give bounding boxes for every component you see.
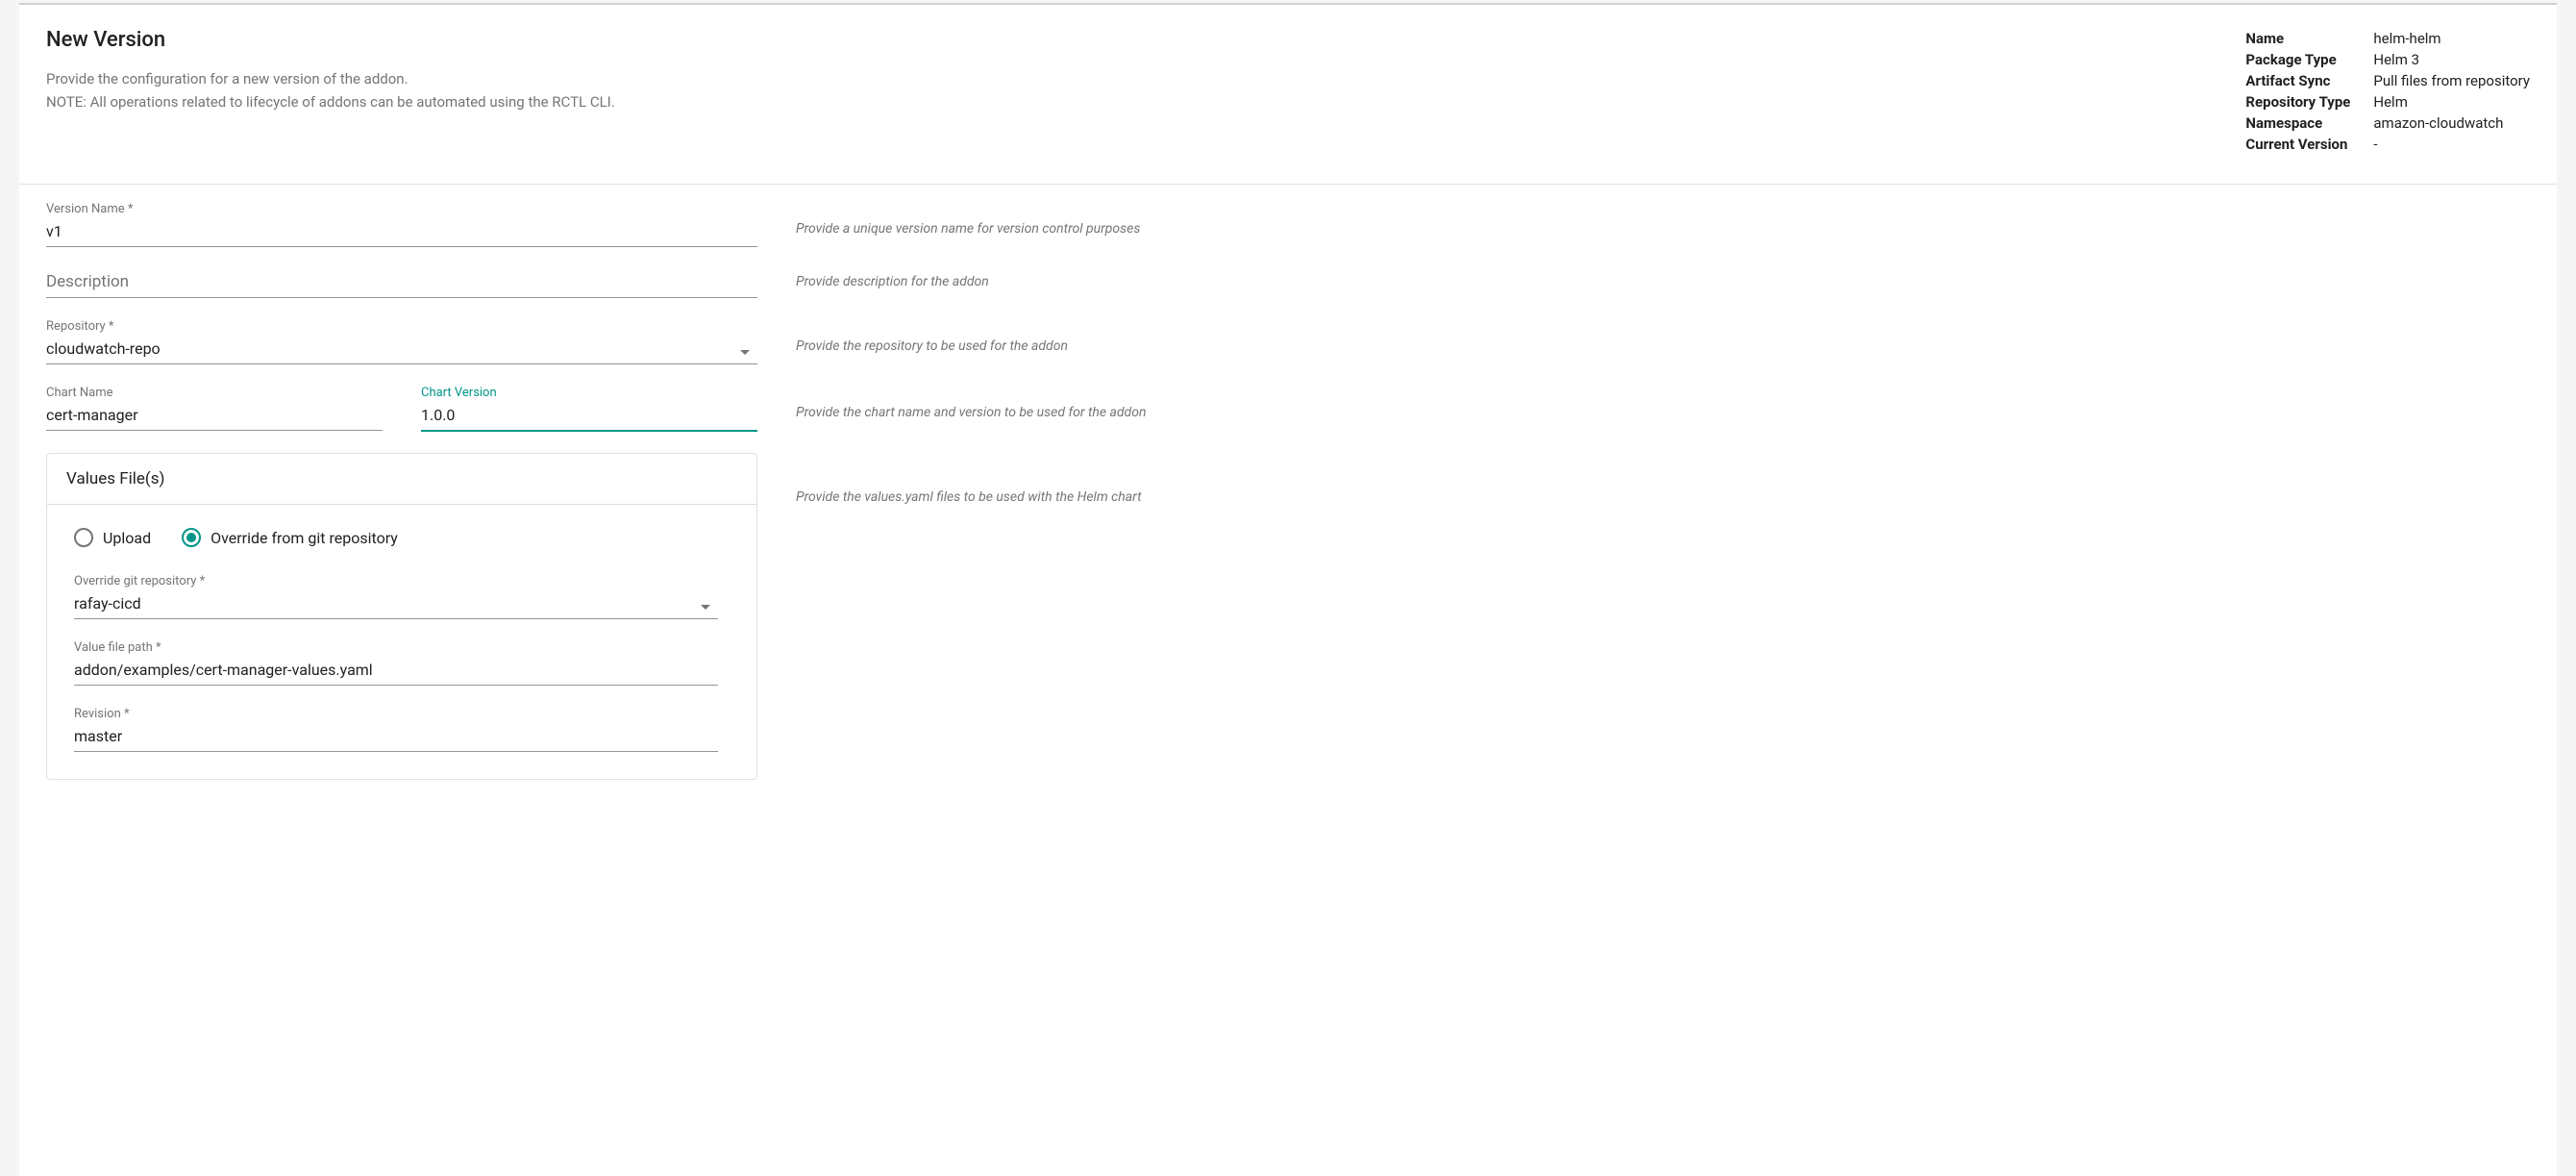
meta-namespace-label: Namespace (2245, 113, 2373, 134)
meta-current-version-row: Current Version - (2245, 134, 2530, 155)
override-repo-field: Override git repository * (74, 574, 718, 619)
version-name-row: Version Name * Provide a unique version … (46, 202, 2530, 247)
meta-artifact-sync-value: Pull files from repository (2373, 70, 2530, 91)
page-container: New Version Provide the configuration fo… (19, 3, 2557, 1176)
override-repo-value[interactable] (74, 590, 718, 619)
chart-version-input[interactable] (421, 402, 757, 432)
form-area: Version Name * Provide a unique version … (19, 185, 2557, 818)
meta-current-version-label: Current Version (2245, 134, 2373, 155)
chart-name-label: Chart Name (46, 386, 383, 400)
repository-value[interactable] (46, 336, 757, 364)
page-title: New Version (46, 28, 2245, 52)
subtitle-line2: NOTE: All operations related to lifecycl… (46, 90, 2245, 113)
chart-row: Chart Name Chart Version Provide the cha… (46, 386, 2530, 432)
version-name-hint: Provide a unique version name for versio… (796, 202, 2530, 237)
meta-package-type-row: Package Type Helm 3 (2245, 49, 2530, 70)
override-repo-label: Override git repository * (74, 574, 718, 588)
header-left: New Version Provide the configuration fo… (46, 28, 2245, 155)
meta-artifact-sync-label: Artifact Sync (2245, 70, 2373, 91)
chart-name-input[interactable] (46, 402, 383, 431)
meta-repository-type-label: Repository Type (2245, 91, 2373, 113)
values-mode-radio-group: Upload Override from git repository (74, 528, 730, 547)
chart-name-field: Chart Name (46, 386, 383, 432)
chart-hint: Provide the chart name and version to be… (796, 386, 2530, 420)
meta-package-type-label: Package Type (2245, 49, 2373, 70)
meta-repository-type-row: Repository Type Helm (2245, 91, 2530, 113)
radio-override-label: Override from git repository (211, 529, 398, 547)
radio-upload-icon (74, 528, 93, 547)
meta-name-row: Name helm-helm (2245, 28, 2530, 49)
meta-artifact-sync-row: Artifact Sync Pull files from repository (2245, 70, 2530, 91)
page-subtitle: Provide the configuration for a new vers… (46, 67, 2245, 113)
repository-row: Repository * Provide the repository to b… (46, 319, 2530, 364)
value-file-path-input[interactable] (74, 657, 718, 686)
version-name-label: Version Name * (46, 202, 757, 216)
description-hint: Provide description for the addon (796, 268, 2530, 289)
revision-label: Revision * (74, 707, 718, 721)
value-file-path-label: Value file path * (74, 640, 718, 655)
description-row: Provide description for the addon (46, 268, 2530, 298)
override-repo-select[interactable] (74, 590, 718, 619)
page-header: New Version Provide the configuration fo… (19, 5, 2557, 185)
revision-field: Revision * (74, 707, 718, 752)
value-file-path-field: Value file path * (74, 640, 718, 686)
values-files-hint: Provide the values.yaml files to be used… (796, 453, 2530, 505)
chart-version-label: Chart Version (421, 386, 757, 400)
repository-label: Repository * (46, 319, 757, 334)
meta-current-version-value: - (2373, 134, 2530, 155)
meta-namespace-row: Namespace amazon-cloudwatch (2245, 113, 2530, 134)
radio-upload[interactable]: Upload (74, 528, 151, 547)
subtitle-line1: Provide the configuration for a new vers… (46, 67, 2245, 90)
chart-version-field: Chart Version (421, 386, 757, 432)
meta-repository-type-value: Helm (2373, 91, 2530, 113)
revision-input[interactable] (74, 723, 718, 752)
radio-override-icon (182, 528, 201, 547)
description-input[interactable] (46, 268, 757, 298)
repository-select[interactable] (46, 336, 757, 364)
meta-name-value: helm-helm (2373, 28, 2530, 49)
radio-upload-label: Upload (103, 529, 151, 547)
version-name-input[interactable] (46, 218, 757, 247)
values-files-row: Values File(s) Upload Overrid (46, 453, 2530, 780)
values-files-title: Values File(s) (47, 454, 756, 505)
meta-package-type-value: Helm 3 (2373, 49, 2530, 70)
values-files-card: Values File(s) Upload Overrid (46, 453, 757, 780)
meta-namespace-value: amazon-cloudwatch (2373, 113, 2530, 134)
radio-override[interactable]: Override from git repository (182, 528, 398, 547)
repository-hint: Provide the repository to be used for th… (796, 319, 2530, 354)
metadata-panel: Name helm-helm Package Type Helm 3 Artif… (2245, 28, 2530, 155)
meta-name-label: Name (2245, 28, 2373, 49)
